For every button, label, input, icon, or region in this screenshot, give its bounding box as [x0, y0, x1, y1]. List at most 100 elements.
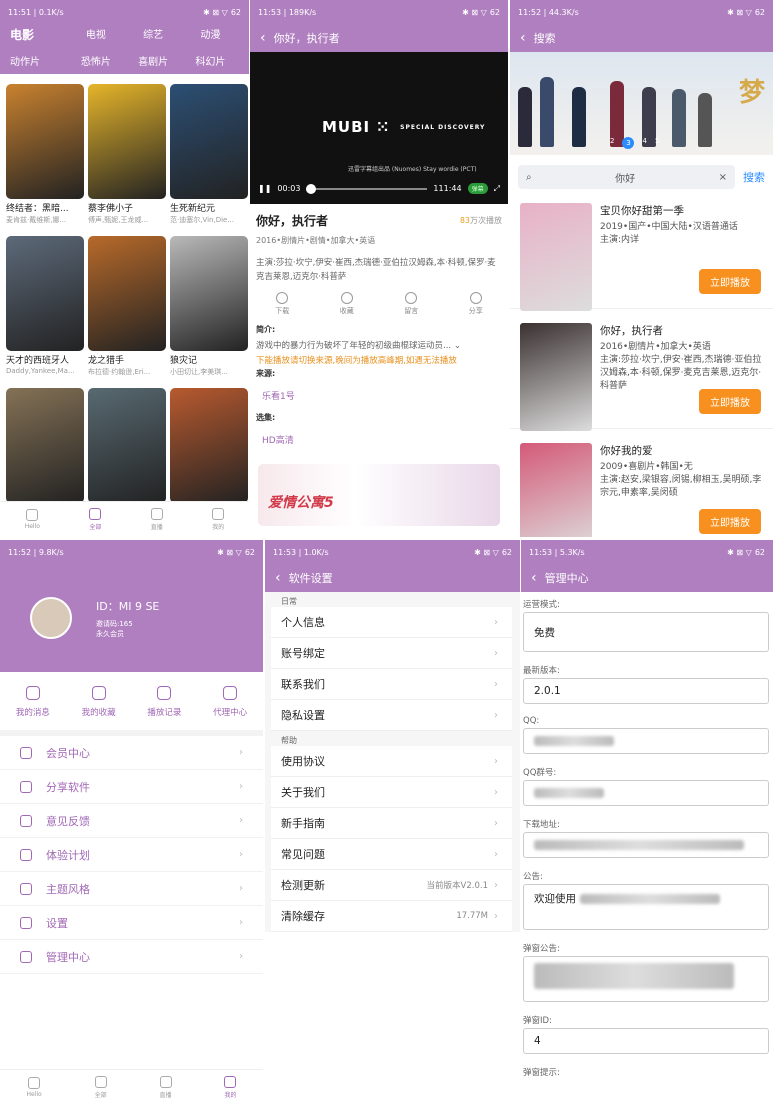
result-poster	[520, 323, 592, 431]
qq-field[interactable]	[523, 728, 769, 754]
favorite-button[interactable]: 收藏	[340, 292, 354, 316]
field-label: QQ:	[523, 716, 540, 726]
qq-group-field[interactable]	[523, 780, 769, 806]
menu-item[interactable]: 分享软件 ›	[0, 770, 263, 804]
back-icon[interactable]: ‹	[275, 571, 281, 585]
settings-item[interactable]: 个人信息 ›	[271, 607, 512, 638]
settings-item[interactable]: 清除缓存 17.77M ›	[271, 901, 512, 932]
page-title: 搜索	[533, 32, 556, 45]
download-url-field[interactable]	[523, 832, 769, 858]
movie-card[interactable]: 天才的西班牙人 Daddy,Yankee,Ma...	[6, 236, 84, 384]
movie-card[interactable]: 生死新纪元 范·迪塞尔,Vin,Die...	[170, 84, 248, 232]
tab-horror[interactable]: 恐怖片	[67, 53, 124, 68]
ad-banner[interactable]: 爱情公寓5	[258, 464, 500, 526]
tab-variety[interactable]: 综艺	[125, 26, 182, 43]
search-button[interactable]: 搜索	[743, 169, 765, 185]
settings-item[interactable]: 使用协议 ›	[271, 746, 512, 777]
comment-button[interactable]: 留言	[404, 292, 418, 316]
settings-item[interactable]: 新手指南 ›	[271, 808, 512, 839]
nav-live[interactable]: 直播	[159, 1076, 172, 1099]
source-option[interactable]: 乐看1号	[250, 381, 508, 410]
tab-comedy[interactable]: 喜剧片	[125, 53, 182, 68]
movie-poster	[6, 388, 84, 503]
chevron-right-icon: ›	[494, 678, 498, 690]
page-title: 你好，执行者	[273, 32, 340, 45]
settings-item[interactable]: 联系我们 ›	[271, 669, 512, 700]
hero-banner[interactable]: 梦 2345	[510, 52, 773, 155]
nav-hello[interactable]: Hello	[26, 1077, 42, 1098]
figure	[698, 93, 712, 147]
menu-item[interactable]: 管理中心 ›	[0, 940, 263, 974]
result-item[interactable]: 你好我的爱 2009•喜剧片•韩国•无 主演:赵安,梁银容,闵锡,柳相玉,吴明硕,李…	[510, 429, 773, 537]
my-favorites-button[interactable]: 我的收藏	[82, 686, 116, 718]
notice-field[interactable]: 欢迎使用	[523, 884, 769, 930]
history-button[interactable]: 播放记录	[147, 686, 181, 718]
popup-notice-field[interactable]	[523, 956, 769, 1002]
movie-card[interactable]: 龙之猎手 布拉德·约翰逊,Eri...	[88, 236, 166, 384]
result-meta: 2016•剧情片•加拿大•英语	[600, 342, 711, 352]
movie-card[interactable]: 蔡李佛小子 傅声,甄妮,王龙威...	[88, 84, 166, 232]
back-icon[interactable]: ‹	[520, 31, 526, 45]
menu-icon	[20, 780, 32, 793]
menu-item[interactable]: 会员中心 ›	[0, 736, 263, 770]
chevron-right-icon: ›	[494, 786, 498, 798]
nav-mine[interactable]: 我的	[224, 1076, 236, 1099]
result-item[interactable]: 你好，执行者 2016•剧情片•加拿大•英语 主演:莎拉·坎宁,伊安·崔西,杰瑞德·…	[510, 309, 773, 431]
nav-mine[interactable]: 我的	[212, 508, 224, 531]
nav-all[interactable]: 全部	[89, 508, 101, 531]
nav-live[interactable]: 直播	[150, 508, 163, 531]
menu-item[interactable]: 主题风格 ›	[0, 872, 263, 906]
field-label: 弹窗ID:	[523, 1016, 552, 1026]
result-item[interactable]: 宝贝你好甜第一季 2019•国产•中国大陆•汉语普通话 主演:内详 立即播放	[510, 189, 773, 311]
fullscreen-icon[interactable]: ⤢	[494, 184, 500, 194]
play-button[interactable]: 立即播放	[699, 269, 761, 294]
avatar[interactable]	[30, 597, 72, 639]
video-player[interactable]: MUBI ⁙ SPECIAL DISCOVERY 迅雷字幕组出品 (Nuomes…	[250, 52, 508, 204]
nav-hello[interactable]: Hello	[25, 509, 40, 530]
tab-action[interactable]: 动作片	[10, 53, 67, 68]
chevron-right-icon: ›	[239, 747, 243, 758]
seek-bar[interactable]	[306, 183, 428, 194]
movie-card[interactable]: 狼灾记 小田切让,李美琪...	[170, 236, 248, 384]
menu-icon	[20, 882, 32, 895]
tab-anime[interactable]: 动漫	[182, 26, 239, 43]
version-field[interactable]: 2.0.1	[523, 678, 769, 704]
menu-item[interactable]: 设置 ›	[0, 906, 263, 940]
settings-item[interactable]: 关于我们 ›	[271, 777, 512, 808]
search-screen: 11:52 | 44.3K/s ✱ ⊠ ▽ 62 ‹ 搜索 梦 2345 ⌕ 你好 × 搜…	[510, 0, 773, 537]
danmaku-toggle[interactable]: 弹幕	[467, 183, 488, 194]
result-meta: 2019•国产•中国大陆•汉语普通话	[600, 222, 738, 232]
play-button[interactable]: 立即播放	[699, 389, 761, 414]
tab-scifi[interactable]: 科幻片	[182, 53, 239, 68]
settings-item[interactable]: 隐私设置 ›	[271, 700, 512, 731]
my-messages-button[interactable]: 我的消息	[16, 686, 50, 718]
profile-header: ID：MI 9 SE 邀请码:165 永久会员	[0, 564, 263, 672]
download-button[interactable]: 下载	[275, 292, 289, 316]
popup-id-field[interactable]: 4	[523, 1028, 769, 1054]
tab-tv[interactable]: 电视	[67, 26, 124, 43]
share-button[interactable]: 分享	[469, 292, 483, 316]
menu-item[interactable]: 意见反馈 ›	[0, 804, 263, 838]
agent-center-button[interactable]: 代理中心	[213, 686, 247, 718]
search-input[interactable]: ⌕ 你好 ×	[518, 165, 735, 189]
chevron-right-icon: ›	[239, 883, 243, 894]
hero-title: 梦	[738, 78, 765, 108]
episode-option[interactable]: HD高清	[250, 425, 508, 454]
mode-field[interactable]: 免费	[523, 612, 769, 652]
settings-item[interactable]: 检测更新 当前版本V2.0.1 ›	[271, 870, 512, 901]
settings-item[interactable]: 账号绑定 ›	[271, 638, 512, 669]
back-icon[interactable]: ‹	[531, 571, 537, 585]
play-button[interactable]: 立即播放	[699, 509, 761, 534]
pause-icon[interactable]: ❚❚	[258, 184, 271, 193]
settings-item[interactable]: 常见问题 ›	[271, 839, 512, 870]
player-screen: 11:53 | 189K/s ✱ ⊠ ▽ 62 ‹ 你好，执行者 MUBI ⁙ SPE…	[250, 0, 508, 537]
search-icon: ⌕	[526, 171, 532, 183]
group-label: 帮助	[281, 736, 297, 745]
menu-item[interactable]: 体验计划 ›	[0, 838, 263, 872]
movie-card[interactable]: 终结者：黑暗... 麦肯兹·戴维斯,娜...	[6, 84, 84, 232]
nav-all[interactable]: 全部	[94, 1076, 107, 1099]
video-intro[interactable]: 游戏中的暴力行为破坏了年轻的初级曲棍球运动员... ⌄	[250, 337, 508, 351]
clear-icon[interactable]: ×	[719, 172, 727, 183]
tab-movie[interactable]: 电影	[10, 26, 67, 43]
back-icon[interactable]: ‹	[260, 31, 266, 45]
